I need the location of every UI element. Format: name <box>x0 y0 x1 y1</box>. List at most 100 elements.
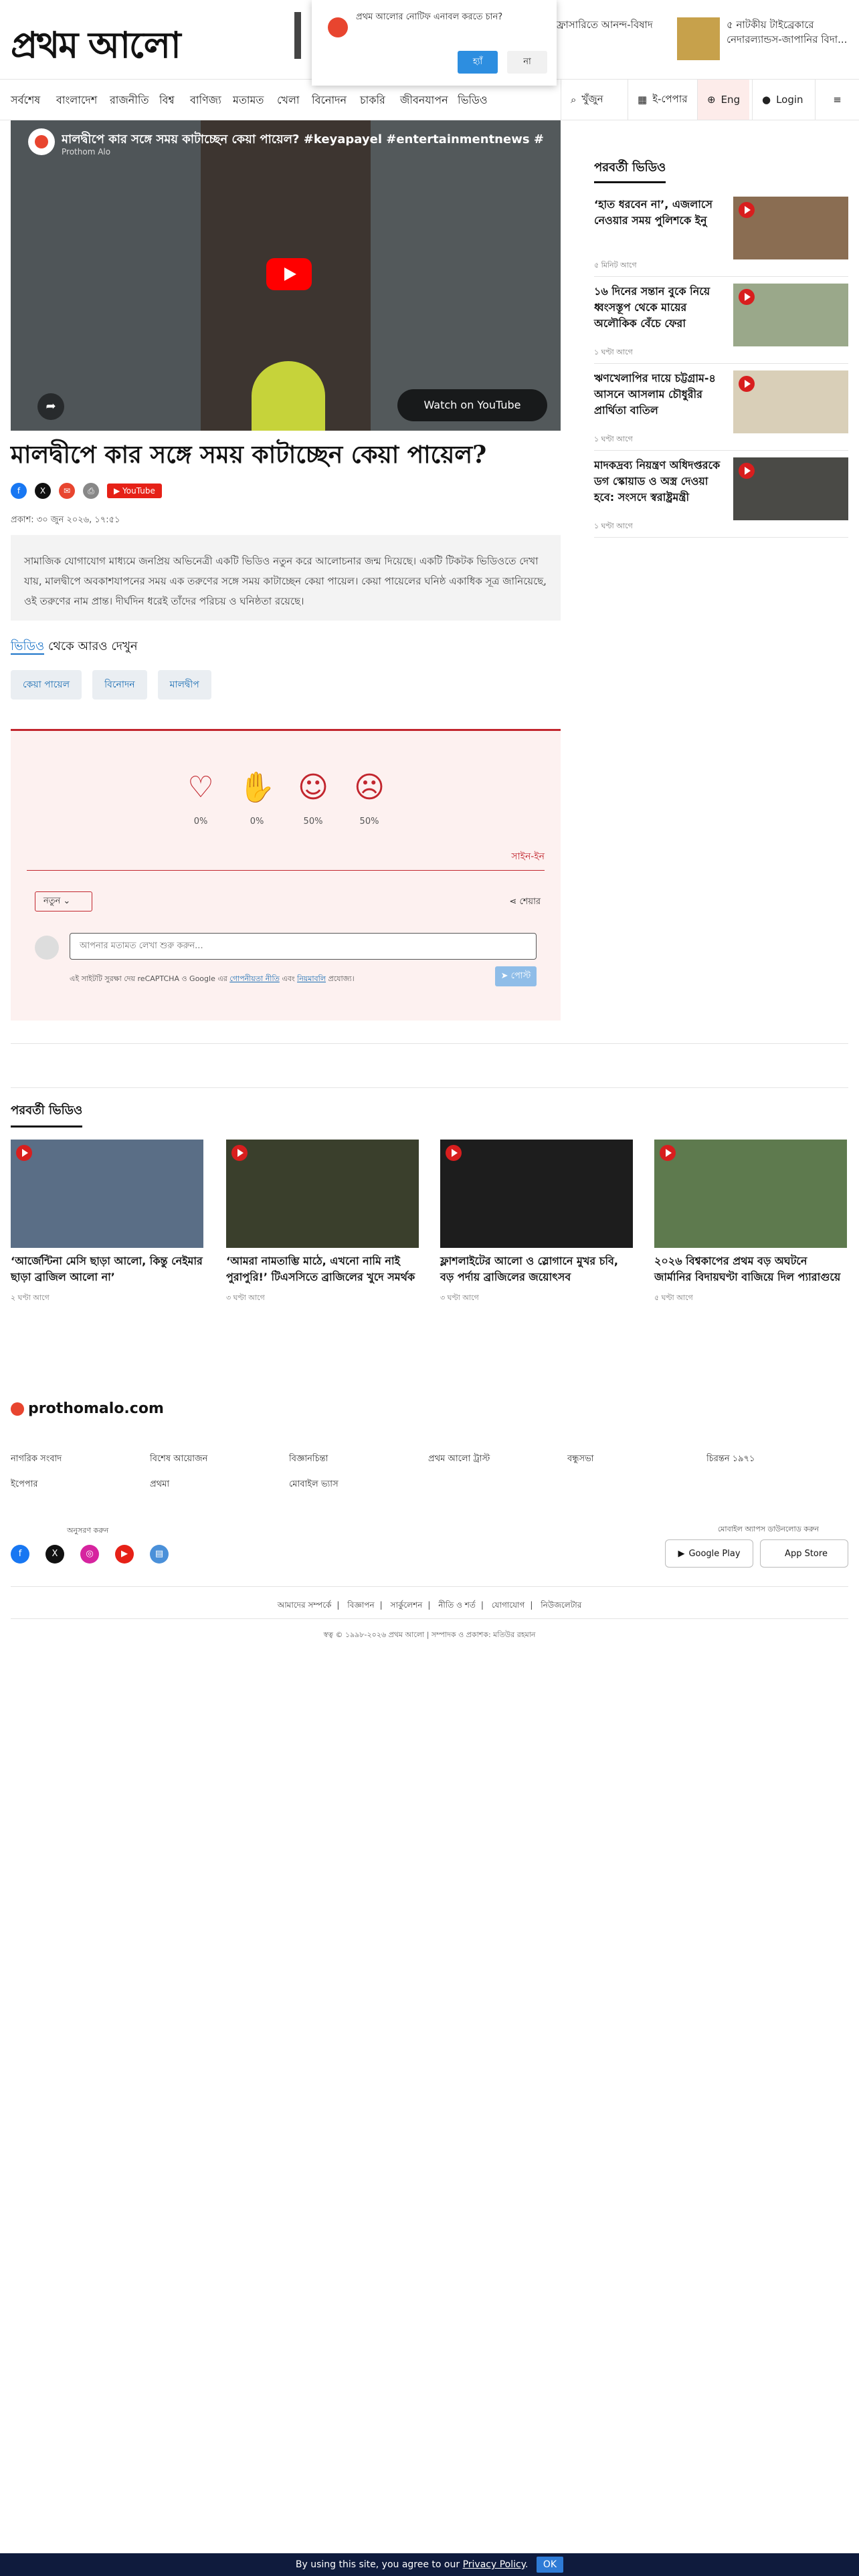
terms-link[interactable]: নিয়মাবলি <box>297 974 326 983</box>
video-thumb[interactable] <box>11 1140 203 1248</box>
share-bar: f X ✉ ⎙ ▶ YouTube <box>11 483 162 499</box>
messenger-icon[interactable]: ✉ <box>59 483 75 499</box>
language-button[interactable]: ⊕ Eng <box>697 80 750 120</box>
footer-link[interactable]: ইপেপার <box>11 1478 38 1492</box>
nav-item-business[interactable]: বাণিজ্য <box>190 92 221 110</box>
youtube-icon[interactable]: ▶ <box>115 1545 134 1564</box>
video-card-title[interactable]: ফ্লাশলাইটের আলো ও স্লোগানে মুখর চবি, বড়… <box>440 1253 633 1285</box>
sidebar-video-thumb[interactable] <box>733 197 848 259</box>
login-button[interactable]: ● Login <box>752 80 813 120</box>
play-button[interactable] <box>266 258 312 290</box>
privacy-policy-link[interactable]: Privacy Policy <box>463 2559 525 2570</box>
footer-bottom-link[interactable]: যোগাযোগ <box>492 1600 525 1610</box>
signin-link[interactable]: সাইন-ইন <box>511 849 545 865</box>
instagram-icon[interactable]: ◎ <box>80 1545 99 1564</box>
privacy-policy-link[interactable]: গোপনীয়তা নীতি <box>229 974 280 983</box>
sidebar-video-item[interactable]: ১৬ দিনের সন্তান বুকে নিয়ে ধ্বংসস্তূপ থে… <box>594 277 848 364</box>
sidebar-video-thumb[interactable] <box>733 370 848 433</box>
footer-bottom-link[interactable]: সার্কুলেশন <box>391 1600 423 1610</box>
share-icon[interactable]: ➦ <box>37 393 64 420</box>
nav-item-entertainment[interactable]: বিনোদন <box>312 92 347 110</box>
video-player[interactable]: মালদ্বীপে কার সঙ্গে সময় কাটাচ্ছেন কেয়া… <box>11 120 561 431</box>
youtube-badge[interactable]: ▶ YouTube <box>107 484 162 498</box>
post-comment-button[interactable]: ➤ পোস্ট <box>495 966 537 986</box>
facebook-icon[interactable]: f <box>11 483 27 499</box>
footer-bottom-link[interactable]: নিউজলেটার <box>541 1600 581 1610</box>
footer-link[interactable]: বিশেষ আয়োজন <box>150 1453 207 1467</box>
footer-bottom-link[interactable]: আমাদের সম্পর্কে <box>278 1600 332 1610</box>
tag-keya-payel[interactable]: কেয়া পায়েল <box>11 670 82 700</box>
video-card[interactable]: ২০২৬ বিশ্বকাপের প্রথম বড় অঘটনে জার্মানি… <box>654 1140 847 1305</box>
footer-link[interactable]: নাগরিক সংবাদ <box>11 1453 62 1467</box>
tag-entertainment[interactable]: বিনোদন <box>92 670 147 700</box>
news-icon[interactable]: ▤ <box>150 1545 169 1564</box>
footer-link[interactable]: চিরন্তন ১৯৭১ <box>706 1453 755 1467</box>
sidebar-video-item[interactable]: ‘হাত ধরবেন না’, এজলাসে নেওয়ার সময় পুলি… <box>594 190 848 277</box>
comments-share-button[interactable]: ⋖ শেয়ার <box>509 895 541 909</box>
video-thumb[interactable] <box>654 1140 847 1248</box>
epaper-button[interactable]: ▦ ই-পেপার <box>628 80 696 120</box>
video-card[interactable]: ‘আমরা নামতাম্ভি মাঠে, এখনো নামি নাই পুরা… <box>226 1140 419 1305</box>
reaction-smile[interactable]: ☺ 50% <box>293 771 333 827</box>
nav-item-video[interactable]: ভিডিও <box>458 92 488 110</box>
nav-item-jobs[interactable]: চাকরি <box>360 92 385 110</box>
reaction-heart[interactable]: ♡ 0% <box>181 771 221 827</box>
sidebar-video-thumb[interactable] <box>733 284 848 346</box>
nav-item-opinion[interactable]: মতামত <box>233 92 264 110</box>
google-play-button[interactable]: ▶ Google Play <box>665 1539 753 1568</box>
sidebar-video-thumb[interactable] <box>733 457 848 520</box>
watch-on-youtube-button[interactable]: Watch on YouTube <box>397 389 547 421</box>
top-news-link[interactable]: ফ্রাসারিতে আনন্দ-বিষাদ <box>557 17 653 32</box>
reaction-clap[interactable]: ✋ 0% <box>237 771 277 827</box>
nav-item-sports[interactable]: খেলা <box>277 92 300 110</box>
channel-name[interactable]: Prothom Alo <box>62 147 110 156</box>
facebook-icon[interactable]: f <box>11 1545 29 1564</box>
footer-logo[interactable]: prothomalo.com <box>11 1400 164 1417</box>
site-logo[interactable]: প্রথম আলো <box>11 17 181 78</box>
menu-button[interactable]: ≡ <box>815 80 859 120</box>
notification-allow-button[interactable]: হ্যাঁ <box>458 51 498 74</box>
channel-avatar[interactable] <box>28 128 55 155</box>
footer-link[interactable]: প্রথম আলো ট্রাস্ট <box>428 1453 490 1467</box>
reaction-sad[interactable]: ☹ 50% <box>349 771 389 827</box>
x-icon[interactable]: X <box>35 483 51 499</box>
video-card-title[interactable]: ‘আর্জেন্টিনা মেসি ছাড়া আলো, কিন্তু নেইম… <box>11 1253 203 1285</box>
comment-input[interactable]: আপনার মতামত লেখা শুরু করুন... <box>70 933 537 960</box>
video-title[interactable]: মালদ্বীপে কার সঙ্গে সময় কাটাচ্ছেন কেয়া… <box>62 130 543 150</box>
x-icon[interactable]: X <box>45 1545 64 1564</box>
video-thumb[interactable] <box>440 1140 633 1248</box>
sort-dropdown[interactable]: নতুন ⌄ <box>35 891 92 911</box>
nav-item-latest[interactable]: সর্বশেষ <box>11 92 40 110</box>
video-section-link[interactable]: ভিডিও <box>11 639 45 655</box>
footer-link[interactable]: বিজ্ঞানচিন্তা <box>289 1453 328 1467</box>
footer-link[interactable]: প্রথমা <box>150 1478 169 1492</box>
video-card[interactable]: ফ্লাশলাইটের আলো ও স্লোগানে মুখর চবি, বড়… <box>440 1140 633 1305</box>
sidebar-video-item[interactable]: ঋণখেলাপির দায়ে চট্টগ্রাম-৪ আসনে আসলাম চ… <box>594 364 848 451</box>
sidebar-video-title[interactable]: ঋণখেলাপির দায়ে চট্টগ্রাম-৪ আসনে আসলাম চ… <box>594 370 728 419</box>
video-card-title[interactable]: ‘আমরা নামতাম্ভি মাঠে, এখনো নামি নাই পুরা… <box>226 1253 419 1285</box>
footer-link[interactable]: বন্ধুসভা <box>567 1453 594 1467</box>
search-button[interactable]: ⌕ খুঁজুন <box>561 80 613 120</box>
sidebar-video-title[interactable]: মাদকদ্রব্য নিয়ন্ত্রণ অধিদপ্তরকে ডগ স্কো… <box>594 457 728 506</box>
top-news-link-2[interactable]: ৫ নাটকীয় টাইব্রেকারে নেদারল্যান্ডস-জাপা… <box>727 17 854 47</box>
nav-item-lifestyle[interactable]: জীবনযাপন <box>400 92 448 110</box>
footer-bottom-link[interactable]: বিজ্ঞাপন <box>347 1600 374 1610</box>
sidebar-video-title[interactable]: ‘হাত ধরবেন না’, এজলাসে নেওয়ার সময় পুলি… <box>594 197 728 229</box>
sidebar-video-item[interactable]: মাদকদ্রব্য নিয়ন্ত্রণ অধিদপ্তরকে ডগ স্কো… <box>594 451 848 538</box>
sidebar-video-time: ১ ঘণ্টা আগে <box>594 348 633 356</box>
cookie-ok-button[interactable]: OK <box>536 2557 564 2573</box>
print-icon[interactable]: ⎙ <box>83 483 99 499</box>
sidebar-video-title[interactable]: ১৬ দিনের সন্তান বুকে নিয়ে ধ্বংসস্তূপ থে… <box>594 284 728 332</box>
tag-maldives[interactable]: মালদ্বীপ <box>157 670 211 700</box>
nav-item-world[interactable]: বিশ্ব <box>159 92 175 110</box>
video-card-title[interactable]: ২০২৬ বিশ্বকাপের প্রথম বড় অঘটনে জার্মানি… <box>654 1253 847 1285</box>
footer-link[interactable]: মোবাইল ভ্যাস <box>289 1478 339 1492</box>
video-card[interactable]: ‘আর্জেন্টিনা মেসি ছাড়া আলো, কিন্তু নেইম… <box>11 1140 203 1305</box>
nav-item-politics[interactable]: রাজনীতি <box>110 92 149 110</box>
app-store-button[interactable]: App Store <box>760 1539 848 1568</box>
footer-bottom-link[interactable]: নীতি ও শর্ত <box>438 1600 476 1610</box>
nav-item-bangladesh[interactable]: বাংলাদেশ <box>56 92 97 110</box>
top-news-thumb[interactable] <box>677 17 720 60</box>
video-thumb[interactable] <box>226 1140 419 1248</box>
notification-deny-button[interactable]: না <box>507 51 547 74</box>
